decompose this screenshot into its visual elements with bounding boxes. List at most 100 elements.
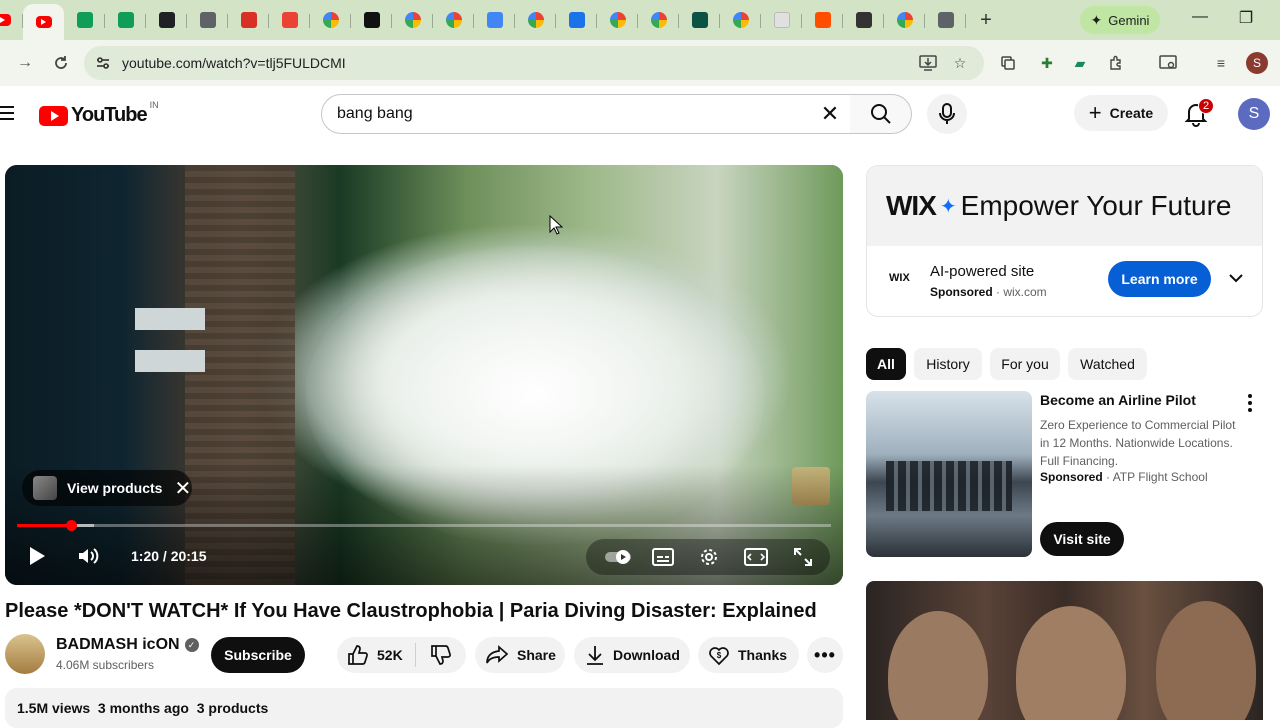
dislike-button[interactable] (416, 644, 466, 666)
media-controls-icon[interactable]: ≡ (1211, 53, 1231, 73)
country-code: IN (149, 100, 159, 110)
close-icon[interactable]: ✕ (174, 476, 191, 501)
bookmark-star-icon[interactable]: ☆ (950, 53, 970, 73)
browser-tab[interactable] (392, 4, 433, 36)
reload-icon[interactable] (50, 52, 72, 74)
browser-tab[interactable] (105, 4, 146, 36)
like-button[interactable]: 52K (337, 644, 415, 666)
browser-tab[interactable] (310, 4, 351, 36)
search-box[interactable]: bang bang ✕ (321, 94, 851, 134)
description-box[interactable]: 1.5M views 3 months ago 3 products (5, 688, 843, 728)
chip-all[interactable]: All (866, 348, 906, 380)
progress-bar[interactable] (17, 520, 831, 531)
browser-tab[interactable] (474, 4, 515, 36)
browser-tab[interactable] (884, 4, 925, 36)
browser-tab[interactable] (187, 4, 228, 36)
extension-icon[interactable]: ▰ (1070, 53, 1090, 73)
play-button[interactable] (21, 540, 53, 572)
browser-tab-strip: + ✦ Gemini — ❐ (0, 0, 1280, 40)
browser-tab[interactable] (433, 4, 474, 36)
share-button[interactable]: Share (475, 637, 565, 673)
create-button[interactable]: + Create (1074, 95, 1168, 131)
browser-tab[interactable] (597, 4, 638, 36)
chip-watched[interactable]: Watched (1068, 348, 1147, 380)
like-count: 52K (377, 647, 403, 663)
channel-name[interactable]: BADMASH icON (56, 636, 180, 654)
download-button[interactable]: Download (574, 637, 690, 673)
voice-search-button[interactable] (927, 94, 967, 134)
browser-tab[interactable] (228, 4, 269, 36)
forward-icon[interactable]: → (14, 52, 36, 74)
minimize-button[interactable]: — (1188, 8, 1212, 26)
restore-button[interactable]: ❐ (1234, 8, 1258, 28)
recommended-video-thumbnail[interactable] (866, 581, 1263, 720)
browser-tab[interactable] (556, 4, 597, 36)
fullscreen-button[interactable] (787, 541, 819, 573)
chrome-profile-avatar[interactable]: S (1246, 52, 1268, 74)
extension-plus-icon[interactable]: ✚ (1037, 53, 1057, 73)
clear-search-icon[interactable]: ✕ (810, 101, 850, 127)
settings-button[interactable] (693, 541, 725, 573)
address-bar[interactable]: youtube.com/watch?v=tlj5FULDCMI (84, 46, 984, 80)
play-icon (30, 547, 45, 565)
youtube-logo[interactable]: YouTube IN (39, 100, 159, 127)
search-button[interactable] (850, 94, 912, 134)
menu-icon[interactable] (0, 106, 14, 120)
subtitles-icon (652, 548, 674, 566)
browser-tab[interactable] (761, 4, 802, 36)
browser-tab[interactable] (925, 4, 966, 36)
extensions-puzzle-icon[interactable] (1106, 53, 1126, 73)
subtitles-button[interactable] (647, 541, 679, 573)
scrubber-handle[interactable] (65, 520, 77, 531)
visit-site-button[interactable]: Visit site (1040, 522, 1124, 556)
video-player[interactable]: View products ✕ 1:20 / 20:15 (5, 165, 843, 585)
more-actions-button[interactable]: ••• (807, 637, 843, 673)
thumbs-down-icon (431, 645, 451, 665)
account-avatar[interactable]: S (1238, 98, 1270, 130)
channel-avatar[interactable] (5, 634, 45, 674)
new-tab-button[interactable]: + (970, 4, 1002, 36)
volume-button[interactable] (73, 540, 105, 572)
tab-search-icon[interactable] (998, 53, 1018, 73)
subscribe-button[interactable]: Subscribe (211, 637, 305, 673)
browser-tab[interactable] (638, 4, 679, 36)
view-products-button[interactable]: View products ✕ (22, 470, 192, 506)
browser-tab[interactable] (351, 4, 392, 36)
chip-history[interactable]: History (914, 348, 982, 380)
chip-for-you[interactable]: For you (990, 348, 1060, 380)
chevron-down-icon[interactable] (1229, 270, 1243, 286)
thumbs-up-icon (348, 645, 368, 665)
browser-tab[interactable] (23, 4, 64, 40)
browser-tab[interactable] (269, 4, 310, 36)
browser-tab[interactable] (146, 4, 187, 36)
browser-tab[interactable] (679, 4, 720, 36)
install-app-icon[interactable] (918, 53, 938, 73)
browser-tab[interactable] (515, 4, 556, 36)
autoplay-toggle[interactable] (601, 541, 635, 573)
browser-tab[interactable] (64, 4, 105, 36)
thanks-button[interactable]: $ Thanks (698, 637, 799, 673)
channel-watermark[interactable] (792, 467, 830, 505)
ad-banner[interactable]: WIX ✦ Empower Your Future (867, 166, 1262, 246)
browser-tab[interactable] (802, 4, 843, 36)
channel-name-row[interactable]: BADMASH icON ✓ (56, 636, 199, 654)
browser-tab[interactable] (0, 4, 23, 36)
search-input[interactable]: bang bang (337, 105, 810, 123)
ad-card[interactable]: WIX ✦ Empower Your Future WIX AI-powered… (866, 165, 1263, 317)
site-settings-icon[interactable] (92, 52, 114, 74)
pdf-favicon-icon (240, 12, 257, 28)
notifications-button[interactable]: 2 (1184, 98, 1214, 129)
learn-more-button[interactable]: Learn more (1108, 261, 1211, 297)
cast-icon[interactable] (1158, 53, 1178, 73)
circle-favicon-icon (691, 12, 708, 28)
browser-tab[interactable] (843, 4, 884, 36)
sponsored-thumbnail[interactable] (866, 391, 1032, 557)
more-vertical-icon[interactable] (1243, 394, 1257, 412)
sponsored-title[interactable]: Become an Airline Pilot (1040, 392, 1196, 408)
theater-mode-button[interactable] (740, 541, 772, 573)
ad-domain: wix.com (1003, 285, 1047, 299)
gemini-button[interactable]: ✦ Gemini (1080, 6, 1160, 34)
g-favicon-icon (855, 12, 872, 28)
browser-tab[interactable] (720, 4, 761, 36)
google-favicon-icon (322, 12, 339, 28)
